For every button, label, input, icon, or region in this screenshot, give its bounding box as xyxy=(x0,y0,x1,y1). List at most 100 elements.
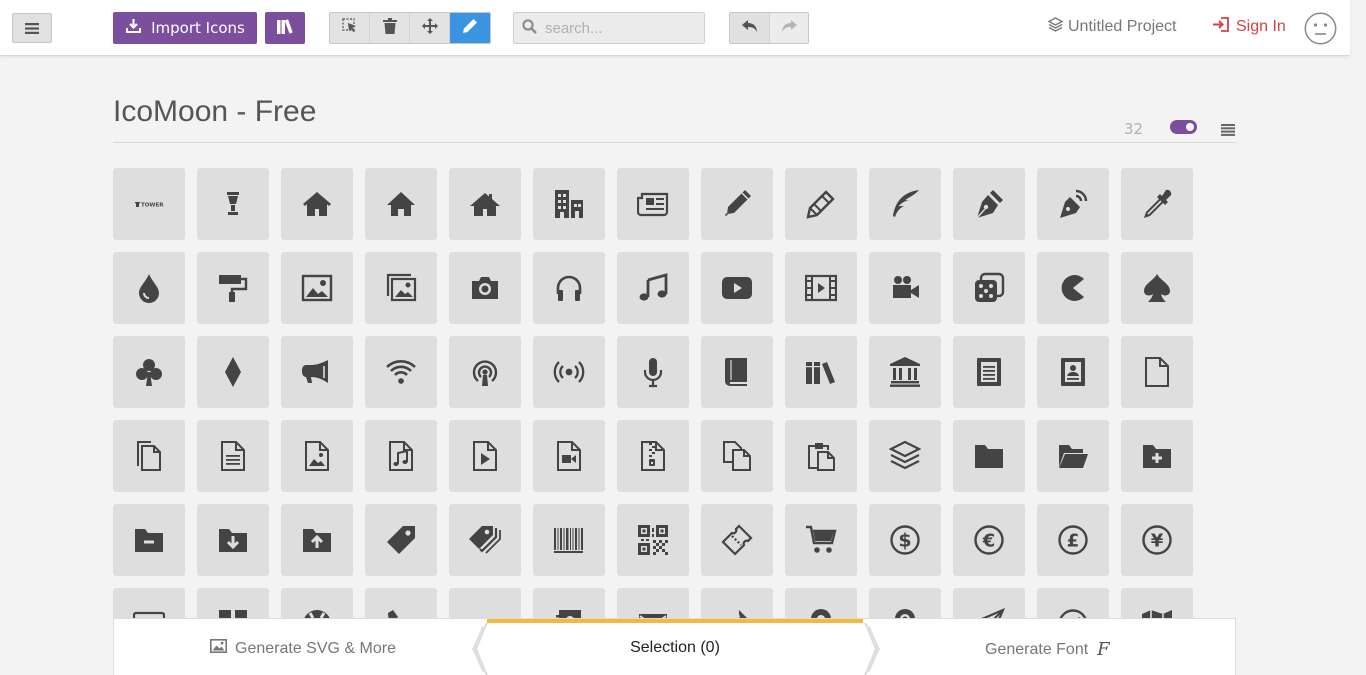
icon-tile[interactable] xyxy=(701,588,773,618)
icon-tile[interactable] xyxy=(1121,420,1193,492)
set-selection-toggle[interactable] xyxy=(1170,120,1197,134)
icon-tile[interactable] xyxy=(365,504,437,576)
icon-tile[interactable] xyxy=(617,336,689,408)
icon-tile[interactable] xyxy=(281,252,353,324)
move-tool-button[interactable] xyxy=(410,13,450,43)
stack-icon xyxy=(889,440,921,470)
icon-tile[interactable] xyxy=(449,336,521,408)
set-options-button[interactable] xyxy=(1221,121,1235,136)
select-tool-button[interactable] xyxy=(330,13,370,43)
icon-tile[interactable] xyxy=(785,252,857,324)
icon-tile[interactable] xyxy=(617,420,689,492)
icon-tile[interactable] xyxy=(617,168,689,240)
selection-tab[interactable]: Selection (0) xyxy=(487,619,863,675)
icon-tile[interactable] xyxy=(533,420,605,492)
icon-tile[interactable] xyxy=(785,420,857,492)
icon-tile[interactable] xyxy=(617,504,689,576)
icon-tile[interactable] xyxy=(1037,252,1109,324)
icon-tile[interactable] xyxy=(533,336,605,408)
icon-tile[interactable] xyxy=(953,168,1025,240)
icon-tile[interactable] xyxy=(281,588,353,618)
project-selector[interactable]: Untitled Project xyxy=(1047,17,1177,37)
icon-tile[interactable] xyxy=(197,420,269,492)
icon-tile[interactable] xyxy=(617,588,689,618)
icon-tile[interactable] xyxy=(113,504,185,576)
icon-tile[interactable] xyxy=(533,504,605,576)
icon-tile[interactable] xyxy=(197,504,269,576)
icon-tile[interactable] xyxy=(785,588,857,618)
mic-icon xyxy=(643,358,663,388)
icon-tile[interactable] xyxy=(1037,588,1109,618)
generate-font-tab[interactable]: Generate Font F xyxy=(985,639,1110,660)
icon-tile[interactable] xyxy=(785,504,857,576)
icon-tile[interactable] xyxy=(1121,252,1193,324)
icon-tile[interactable] xyxy=(785,336,857,408)
icon-tile[interactable] xyxy=(701,168,773,240)
icon-tile[interactable] xyxy=(365,252,437,324)
main-menu-button[interactable] xyxy=(12,13,52,43)
icon-tile[interactable] xyxy=(365,588,437,618)
icon-tile[interactable] xyxy=(701,336,773,408)
import-icons-button[interactable]: Import Icons xyxy=(113,12,257,44)
undo-button[interactable] xyxy=(730,13,770,43)
icon-tile[interactable] xyxy=(365,336,437,408)
icon-tile[interactable] xyxy=(449,420,521,492)
icon-tile[interactable] xyxy=(1037,168,1109,240)
icon-tile[interactable] xyxy=(533,252,605,324)
icon-tile[interactable] xyxy=(1121,588,1193,618)
icon-tile[interactable] xyxy=(449,252,521,324)
icon-tile[interactable] xyxy=(365,168,437,240)
icon-tile[interactable] xyxy=(197,252,269,324)
icon-tile[interactable] xyxy=(365,420,437,492)
icon-tile[interactable] xyxy=(113,588,185,618)
icon-tile[interactable] xyxy=(869,588,941,618)
search-input[interactable] xyxy=(545,19,695,37)
icon-tile[interactable] xyxy=(701,420,773,492)
icon-tile[interactable] xyxy=(701,504,773,576)
search-box[interactable] xyxy=(513,12,705,44)
icon-tile[interactable] xyxy=(281,504,353,576)
icon-tile[interactable] xyxy=(869,252,941,324)
icon-tile[interactable]: TOWER xyxy=(113,168,185,240)
icon-tile[interactable] xyxy=(1037,420,1109,492)
icon-tile[interactable] xyxy=(617,252,689,324)
icon-tile[interactable] xyxy=(1037,336,1109,408)
icon-tile[interactable] xyxy=(869,336,941,408)
icon-tile[interactable] xyxy=(1121,168,1193,240)
sign-in-link[interactable]: Sign In xyxy=(1212,17,1286,37)
icon-tile[interactable] xyxy=(953,252,1025,324)
user-avatar[interactable] xyxy=(1304,12,1337,45)
icon-tile[interactable]: £ xyxy=(1037,504,1109,576)
icon-tile[interactable] xyxy=(197,588,269,618)
icon-tile[interactable] xyxy=(533,168,605,240)
icon-tile[interactable] xyxy=(953,588,1025,618)
icon-tile[interactable] xyxy=(113,252,185,324)
delete-tool-button[interactable] xyxy=(370,13,410,43)
folder-minus-icon xyxy=(135,529,163,552)
icon-tile[interactable] xyxy=(449,168,521,240)
icon-tile[interactable] xyxy=(869,168,941,240)
icon-tile[interactable] xyxy=(281,420,353,492)
icon-tile[interactable]: $ xyxy=(869,504,941,576)
icon-tile[interactable] xyxy=(701,252,773,324)
icon-tile[interactable] xyxy=(785,168,857,240)
icon-tile[interactable] xyxy=(113,420,185,492)
icon-tile[interactable]: ¥ xyxy=(1121,504,1193,576)
icon-tile[interactable] xyxy=(281,168,353,240)
icon-tile[interactable] xyxy=(953,420,1025,492)
icon-tile[interactable] xyxy=(869,420,941,492)
icon-tile[interactable] xyxy=(113,336,185,408)
icon-tile[interactable] xyxy=(449,588,521,618)
icon-tile[interactable] xyxy=(449,504,521,576)
icon-tile[interactable] xyxy=(197,168,269,240)
icon-tile[interactable] xyxy=(953,336,1025,408)
generate-svg-tab[interactable]: Generate SVG & More xyxy=(210,639,396,658)
icon-library-button[interactable] xyxy=(265,12,305,44)
icon-tile[interactable] xyxy=(1121,336,1193,408)
icon-tile[interactable] xyxy=(281,336,353,408)
icon-tile[interactable] xyxy=(533,588,605,618)
icon-tile[interactable] xyxy=(197,336,269,408)
icon-tile[interactable]: € xyxy=(953,504,1025,576)
edit-tool-button[interactable] xyxy=(450,13,490,43)
redo-button[interactable] xyxy=(770,13,808,43)
